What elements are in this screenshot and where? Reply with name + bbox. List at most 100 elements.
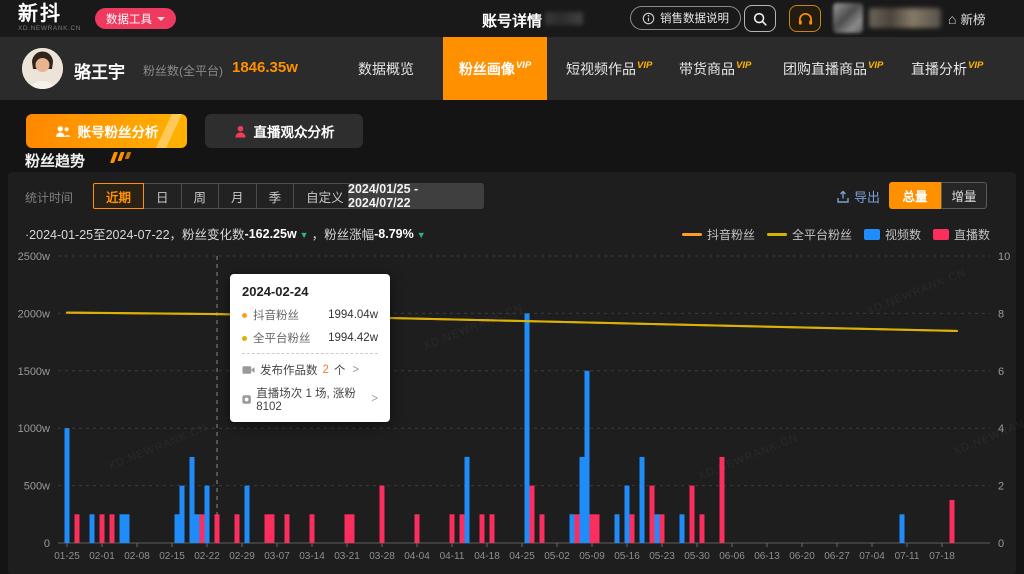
works-label: 发布作品数 [260,362,318,378]
tooltip-series-label: 抖音粉丝 [253,307,299,323]
redacted-account-text [545,12,583,25]
export-button[interactable]: 导出 [836,187,880,206]
chevron-down-icon [157,17,165,21]
tooltip-row-douyin: 抖音粉丝 1994.04w [242,307,378,323]
sales-data-info-button[interactable]: 销售数据说明 [630,6,741,30]
tooltip-series-value: 1994.04w [328,309,378,321]
tooltip-live-link[interactable]: 直播场次 1 场, 涨粉 8102 > [242,385,378,413]
vip-badge: VIP [637,60,652,71]
legend-rect-swatch [864,229,880,240]
live-text: 直播场次 1 场, 涨粉 8102 [256,385,364,413]
vip-badge: VIP [968,60,983,71]
segment-recent[interactable]: 近期 [93,183,144,209]
newrank-home-link[interactable]: ⌂ 新榜 [948,9,985,28]
series-dot [242,336,247,341]
user-name-redacted[interactable] [869,8,941,28]
creator-photo [22,48,63,89]
mode-increment-button[interactable]: 增量 [941,182,987,209]
nav-label: 直播分析 [911,59,967,79]
tooltip-row-allplatform: 全平台粉丝 1994.42w [242,330,378,346]
newrank-xindou-logo[interactable]: 新抖 XD.NEWRANK.CN [18,3,81,32]
creator-name: 骆王宇 [74,58,125,83]
tooltip-series-label: 全平台粉丝 [253,330,311,346]
date-range-input[interactable]: 2024/01/25 - 2024/07/22 [348,183,484,209]
tooltip-divider [242,353,378,354]
legend-line-swatch [682,233,702,236]
mode-total-button[interactable]: 总量 [889,182,941,209]
top-bar: 新抖 XD.NEWRANK.CN 数据工具 账号详情 销售数据说明 ⌂ 新榜 [0,0,1024,37]
export-label: 导出 [854,187,880,206]
tab-live-audience-analysis[interactable]: 直播观众分析 [205,114,363,148]
time-range-segmented-control: 近期 日 周 月 季 自定义 [93,183,357,209]
legend-label: 全平台粉丝 [792,226,852,243]
tab-fan-analysis-label: 账号粉丝分析 [78,121,159,141]
fans-count-label: 粉丝数(全平台) [143,62,223,79]
nav-label: 带货商品 [679,59,735,79]
creator-profile-bar: 骆王宇 粉丝数(全平台) 1846.35w 数据概览 粉丝画像 VIP 短视频作… [0,37,1024,100]
customer-support-button[interactable] [789,5,821,32]
home-icon: ⌂ [948,11,956,27]
summary-middle: ，粉丝涨幅 [312,224,375,243]
vip-badge: VIP [516,60,531,71]
page-title: 账号详情 [482,10,542,31]
data-tools-label: 数据工具 [106,11,152,27]
live-icon [242,394,251,405]
nav-label: 短视频作品 [566,59,636,79]
section-title-decoration [112,152,130,163]
period-summary: ·2024-01-25至2024-07-22，粉丝变化数-162.25w ▼ ，粉丝… [25,224,429,243]
legend-label: 直播数 [954,226,990,243]
users-icon [55,125,71,138]
vip-badge: VIP [868,60,883,71]
stat-time-label: 统计时间 [25,189,73,206]
nav-label: 数据概览 [358,59,414,79]
down-arrow-icon: ▼ [417,230,426,240]
works-suffix: 个 [334,362,346,378]
search-button[interactable] [744,5,776,32]
segment-day[interactable]: 日 [143,183,182,209]
nav-item-fans-portrait-active[interactable]: 粉丝画像 VIP [443,37,547,100]
tab-live-audience-label: 直播观众分析 [254,121,335,141]
tooltip-series-value: 1994.42w [328,332,378,344]
logo-text: 新抖 [18,3,81,25]
headset-icon [797,11,814,27]
nav-item-ecommerce-goods[interactable]: 带货商品 VIP [679,37,751,100]
nav-item-short-video-works[interactable]: 短视频作品 VIP [566,37,652,100]
nav-item-data-overview[interactable]: 数据概览 [358,37,414,100]
data-tools-button[interactable]: 数据工具 [95,8,176,29]
tab-account-fan-analysis[interactable]: 账号粉丝分析 [26,114,187,148]
home-label: 新榜 [960,9,985,28]
nav-label: 粉丝画像 [459,59,515,79]
vip-badge: VIP [736,60,751,71]
series-dot [242,313,247,318]
legend-label: 抖音粉丝 [707,226,755,243]
works-count: 2 [323,364,329,376]
fans-rate-value: -8.79% [374,227,414,241]
sales-data-info-label: 销售数据说明 [660,10,729,26]
fans-change-value: -162.25w [245,227,297,241]
info-icon [642,12,655,25]
tooltip-works-link[interactable]: 发布作品数2个 > [242,362,378,378]
legend-label: 视频数 [885,226,921,243]
search-icon [752,11,768,27]
user-avatar[interactable] [833,3,863,33]
segment-quarter[interactable]: 季 [256,183,295,209]
legend-video-count[interactable]: 视频数 [864,226,921,243]
legend-douyin-fans[interactable]: 抖音粉丝 [682,226,755,243]
camera-icon [242,365,255,375]
section-title-fan-trend: 粉丝趋势 [25,150,85,171]
legend-live-count[interactable]: 直播数 [933,226,990,243]
export-icon [836,190,850,204]
legend-allplatform-fans[interactable]: 全平台粉丝 [767,226,852,243]
segment-week[interactable]: 周 [181,183,220,209]
legend-line-swatch [767,233,787,236]
legend-rect-swatch [933,229,949,240]
creator-avatar[interactable] [22,48,63,89]
segment-month[interactable]: 月 [218,183,257,209]
nav-item-group-live-goods[interactable]: 团购直播商品 VIP [783,37,883,100]
chart-legend: 抖音粉丝 全平台粉丝 视频数 直播数 [682,226,990,243]
nav-label: 团购直播商品 [783,59,867,79]
tooltip-date: 2024-02-24 [242,284,378,299]
summary-prefix: ·2024-01-25至2024-07-22，粉丝变化数 [25,224,245,243]
live-user-icon [234,125,247,138]
nav-item-live-analysis[interactable]: 直播分析 VIP [911,37,983,100]
